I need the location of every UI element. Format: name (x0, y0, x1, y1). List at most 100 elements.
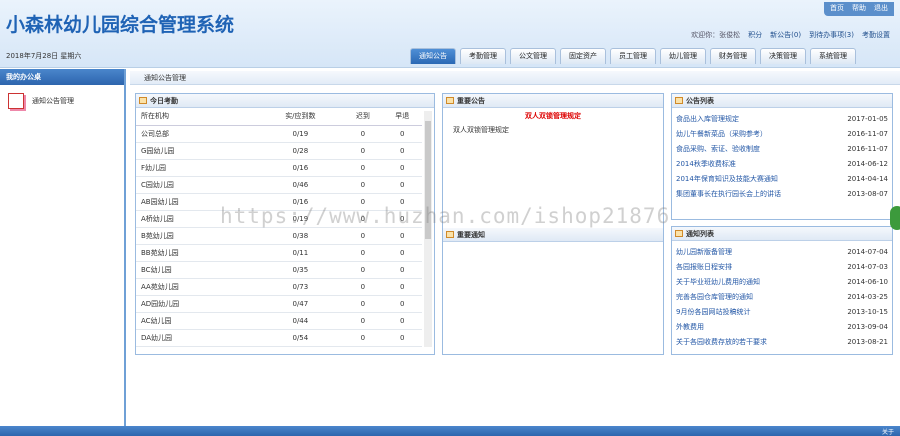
table-cell: 0 (382, 142, 422, 160)
list-item-title[interactable]: 完善各园仓库管理的通知 (676, 290, 753, 305)
list-item-title[interactable]: 食品采购、索证、验收制度 (676, 142, 760, 157)
top-links: 首页 帮助 退出 (824, 2, 894, 16)
tab-system[interactable]: 系统管理 (810, 48, 856, 64)
todo-link[interactable]: 到待办事项(3) (809, 30, 854, 40)
list-item-title[interactable]: 幼儿午餐新菜品（采购参考） (676, 127, 767, 142)
list-item[interactable]: 完善各园仓库管理的通知 2014-03-25 (676, 290, 888, 305)
list-item-title[interactable]: 关于毕业班幼儿费用的通知 (676, 275, 760, 290)
table-cell: 0 (343, 227, 383, 245)
table-cell: 0/16 (257, 159, 344, 177)
table-cell: 0/73 (257, 278, 344, 296)
floating-service-button[interactable] (890, 206, 900, 230)
app-title: 小森林幼儿园综合管理系统 (6, 14, 235, 36)
important-notice-title: 重要通知 (443, 228, 663, 242)
list-item[interactable]: 9月份各园网站投稿统计 2013-10-15 (676, 305, 888, 320)
table-cell: 0 (382, 227, 422, 245)
tab-staff[interactable]: 员工管理 (610, 48, 656, 64)
col-org: 所在机构 (136, 108, 258, 126)
table-cell: 0 (343, 312, 383, 330)
header: 小森林幼儿园综合管理系统 首页 帮助 退出 欢迎你：张俊松 积分 新公告(0) … (0, 0, 900, 68)
sidebar: 我的办公桌 通知公告管理 (0, 69, 126, 426)
book-icon (8, 93, 24, 109)
list-item-date: 2014-06-10 (847, 278, 888, 286)
table-cell: 0/35 (257, 261, 344, 279)
list-item[interactable]: 幼儿园新版备管理 2014-07-04 (676, 245, 888, 260)
tab-documents[interactable]: 公文管理 (510, 48, 556, 64)
list-item-title[interactable]: 外教费用 (676, 320, 704, 335)
table-cell: B苑幼儿园 (136, 227, 258, 245)
list-item[interactable]: 2014秋季收费标准 2014-06-12 (676, 157, 888, 172)
table-row: 公司总部 0/19 0 0 (136, 125, 422, 143)
tab-assets[interactable]: 固定资产 (560, 48, 606, 64)
table-cell: C园幼儿园 (136, 176, 258, 194)
attendance-scrollbar[interactable] (424, 111, 432, 347)
table-cell: 0 (382, 312, 422, 330)
list-item[interactable]: 食品出入库管理规定 2017-01-05 (676, 112, 888, 127)
table-row: F幼儿园 0/16 0 0 (136, 159, 422, 177)
table-cell: 0 (343, 295, 383, 313)
list-item-title[interactable]: 幼儿园新版备管理 (676, 245, 732, 260)
panel-title-text: 通知列表 (686, 230, 714, 238)
current-date: 2018年7月28日 星期六 (6, 52, 82, 60)
list-item-date: 2013-08-21 (847, 338, 888, 346)
help-link[interactable]: 帮助 (852, 3, 866, 15)
logout-link[interactable]: 退出 (874, 3, 888, 15)
list-item[interactable]: 食品采购、索证、验收制度 2016-11-07 (676, 142, 888, 157)
list-item[interactable]: 关于毕业班幼儿费用的通知 2014-06-10 (676, 275, 888, 290)
table-cell: F幼儿园 (136, 159, 258, 177)
list-item-title[interactable]: 2014年保育知识及技能大赛通知 (676, 172, 778, 187)
about-link[interactable]: 关于 (882, 427, 894, 436)
home-icon (139, 97, 147, 104)
list-item-title[interactable]: 各园报账日程安排 (676, 260, 732, 275)
list-item[interactable]: 关于各园收费存放的若干要求 2013-08-21 (676, 335, 888, 350)
sidebar-item-notice-management[interactable]: 通知公告管理 (0, 85, 124, 117)
table-cell: AC幼儿园 (136, 312, 258, 330)
table-row: AD园幼儿园 0/47 0 0 (136, 295, 422, 313)
list-item[interactable]: 幼儿午餐新菜品（采购参考） 2016-11-07 (676, 127, 888, 142)
notice-panel-title: 通知列表 (672, 227, 892, 241)
list-item[interactable]: 集团董事长在执行园长会上的讲话 2013-08-07 (676, 187, 888, 202)
home-icon (675, 97, 683, 104)
table-row: BB苑幼儿园 0/11 0 0 (136, 244, 422, 262)
announcement-panel: 公告列表 食品出入库管理规定 2017-01-05 幼儿午餐新菜品（采购参考） 201… (671, 93, 893, 220)
table-row: G园幼儿园 0/28 0 0 (136, 142, 422, 160)
table-cell: 0 (382, 159, 422, 177)
list-item[interactable]: 各园报账日程安排 2014-07-03 (676, 260, 888, 275)
table-header-row: 所在机构 实/应到数 迟到 早退 (136, 108, 422, 126)
panel-title-text: 今日考勤 (150, 97, 178, 105)
table-cell: 0 (382, 125, 422, 143)
important-panel-title: 重要公告 (443, 94, 663, 108)
list-item-title[interactable]: 食品出入库管理规定 (676, 112, 739, 127)
list-item-date: 2014-06-12 (847, 160, 888, 168)
home-link[interactable]: 首页 (830, 3, 844, 15)
home-icon (675, 230, 683, 237)
list-item-title[interactable]: 集团董事长在执行园长会上的讲话 (676, 187, 781, 202)
notice-list: 幼儿园新版备管理 2014-07-04 各园报账日程安排 2014-07-03 关于毕业… (672, 241, 892, 354)
tab-attendance[interactable]: 考勤管理 (460, 48, 506, 64)
list-item-title[interactable]: 关于各园收费存放的若干要求 (676, 335, 767, 350)
list-item[interactable]: 2014年保育知识及技能大赛通知 2014-04-14 (676, 172, 888, 187)
list-item-date: 2014-07-04 (847, 248, 888, 256)
footer: 关于 (0, 426, 900, 436)
table-cell: 0 (343, 278, 383, 296)
points-link[interactable]: 积分 (748, 30, 762, 40)
list-item-date: 2014-07-03 (847, 263, 888, 271)
table-cell: 0/38 (257, 227, 344, 245)
watermark: https://www.huzhan.com/ishop21876 (220, 204, 671, 228)
list-item-title[interactable]: 9月份各园网站投稿统计 (676, 305, 750, 320)
breadcrumb: 通知公告管理 (130, 71, 900, 85)
sidebar-item-label: 通知公告管理 (32, 97, 74, 105)
tab-notices[interactable]: 通知公告 (410, 48, 456, 64)
list-item-title[interactable]: 2014秋季收费标准 (676, 157, 736, 172)
tab-decision[interactable]: 决策管理 (760, 48, 806, 64)
attendance-settings-link[interactable]: 考勤设置 (862, 30, 890, 40)
new-announcement-link[interactable]: 新公告(0) (770, 30, 801, 40)
col-late: 迟到 (343, 108, 383, 126)
tab-children[interactable]: 幼儿管理 (660, 48, 706, 64)
list-item[interactable]: 外教费用 2013-09-04 (676, 320, 888, 335)
col-early: 早退 (382, 108, 422, 126)
main-tabs: 通知公告 考勤管理 公文管理 固定资产 员工管理 幼儿管理 财务管理 决策管理 … (410, 48, 856, 64)
tab-finance[interactable]: 财务管理 (710, 48, 756, 64)
table-cell: 0 (343, 244, 383, 262)
important-headline[interactable]: 双人双锁管理规定 (443, 111, 663, 121)
